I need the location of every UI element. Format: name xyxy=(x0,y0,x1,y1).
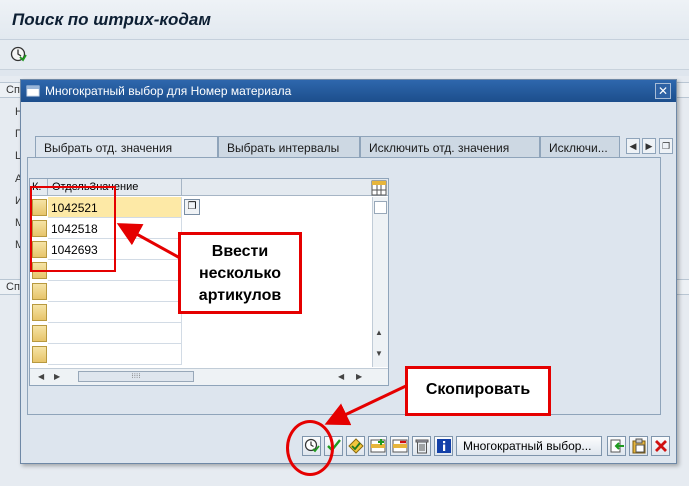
arrow-to-values xyxy=(116,223,181,260)
arrow-to-copy-button xyxy=(324,383,409,426)
annotation-arrows xyxy=(116,223,409,426)
callout-enter-articles: Ввести несколько артикулов xyxy=(178,232,302,314)
callout-copy: Скопировать xyxy=(405,366,551,416)
